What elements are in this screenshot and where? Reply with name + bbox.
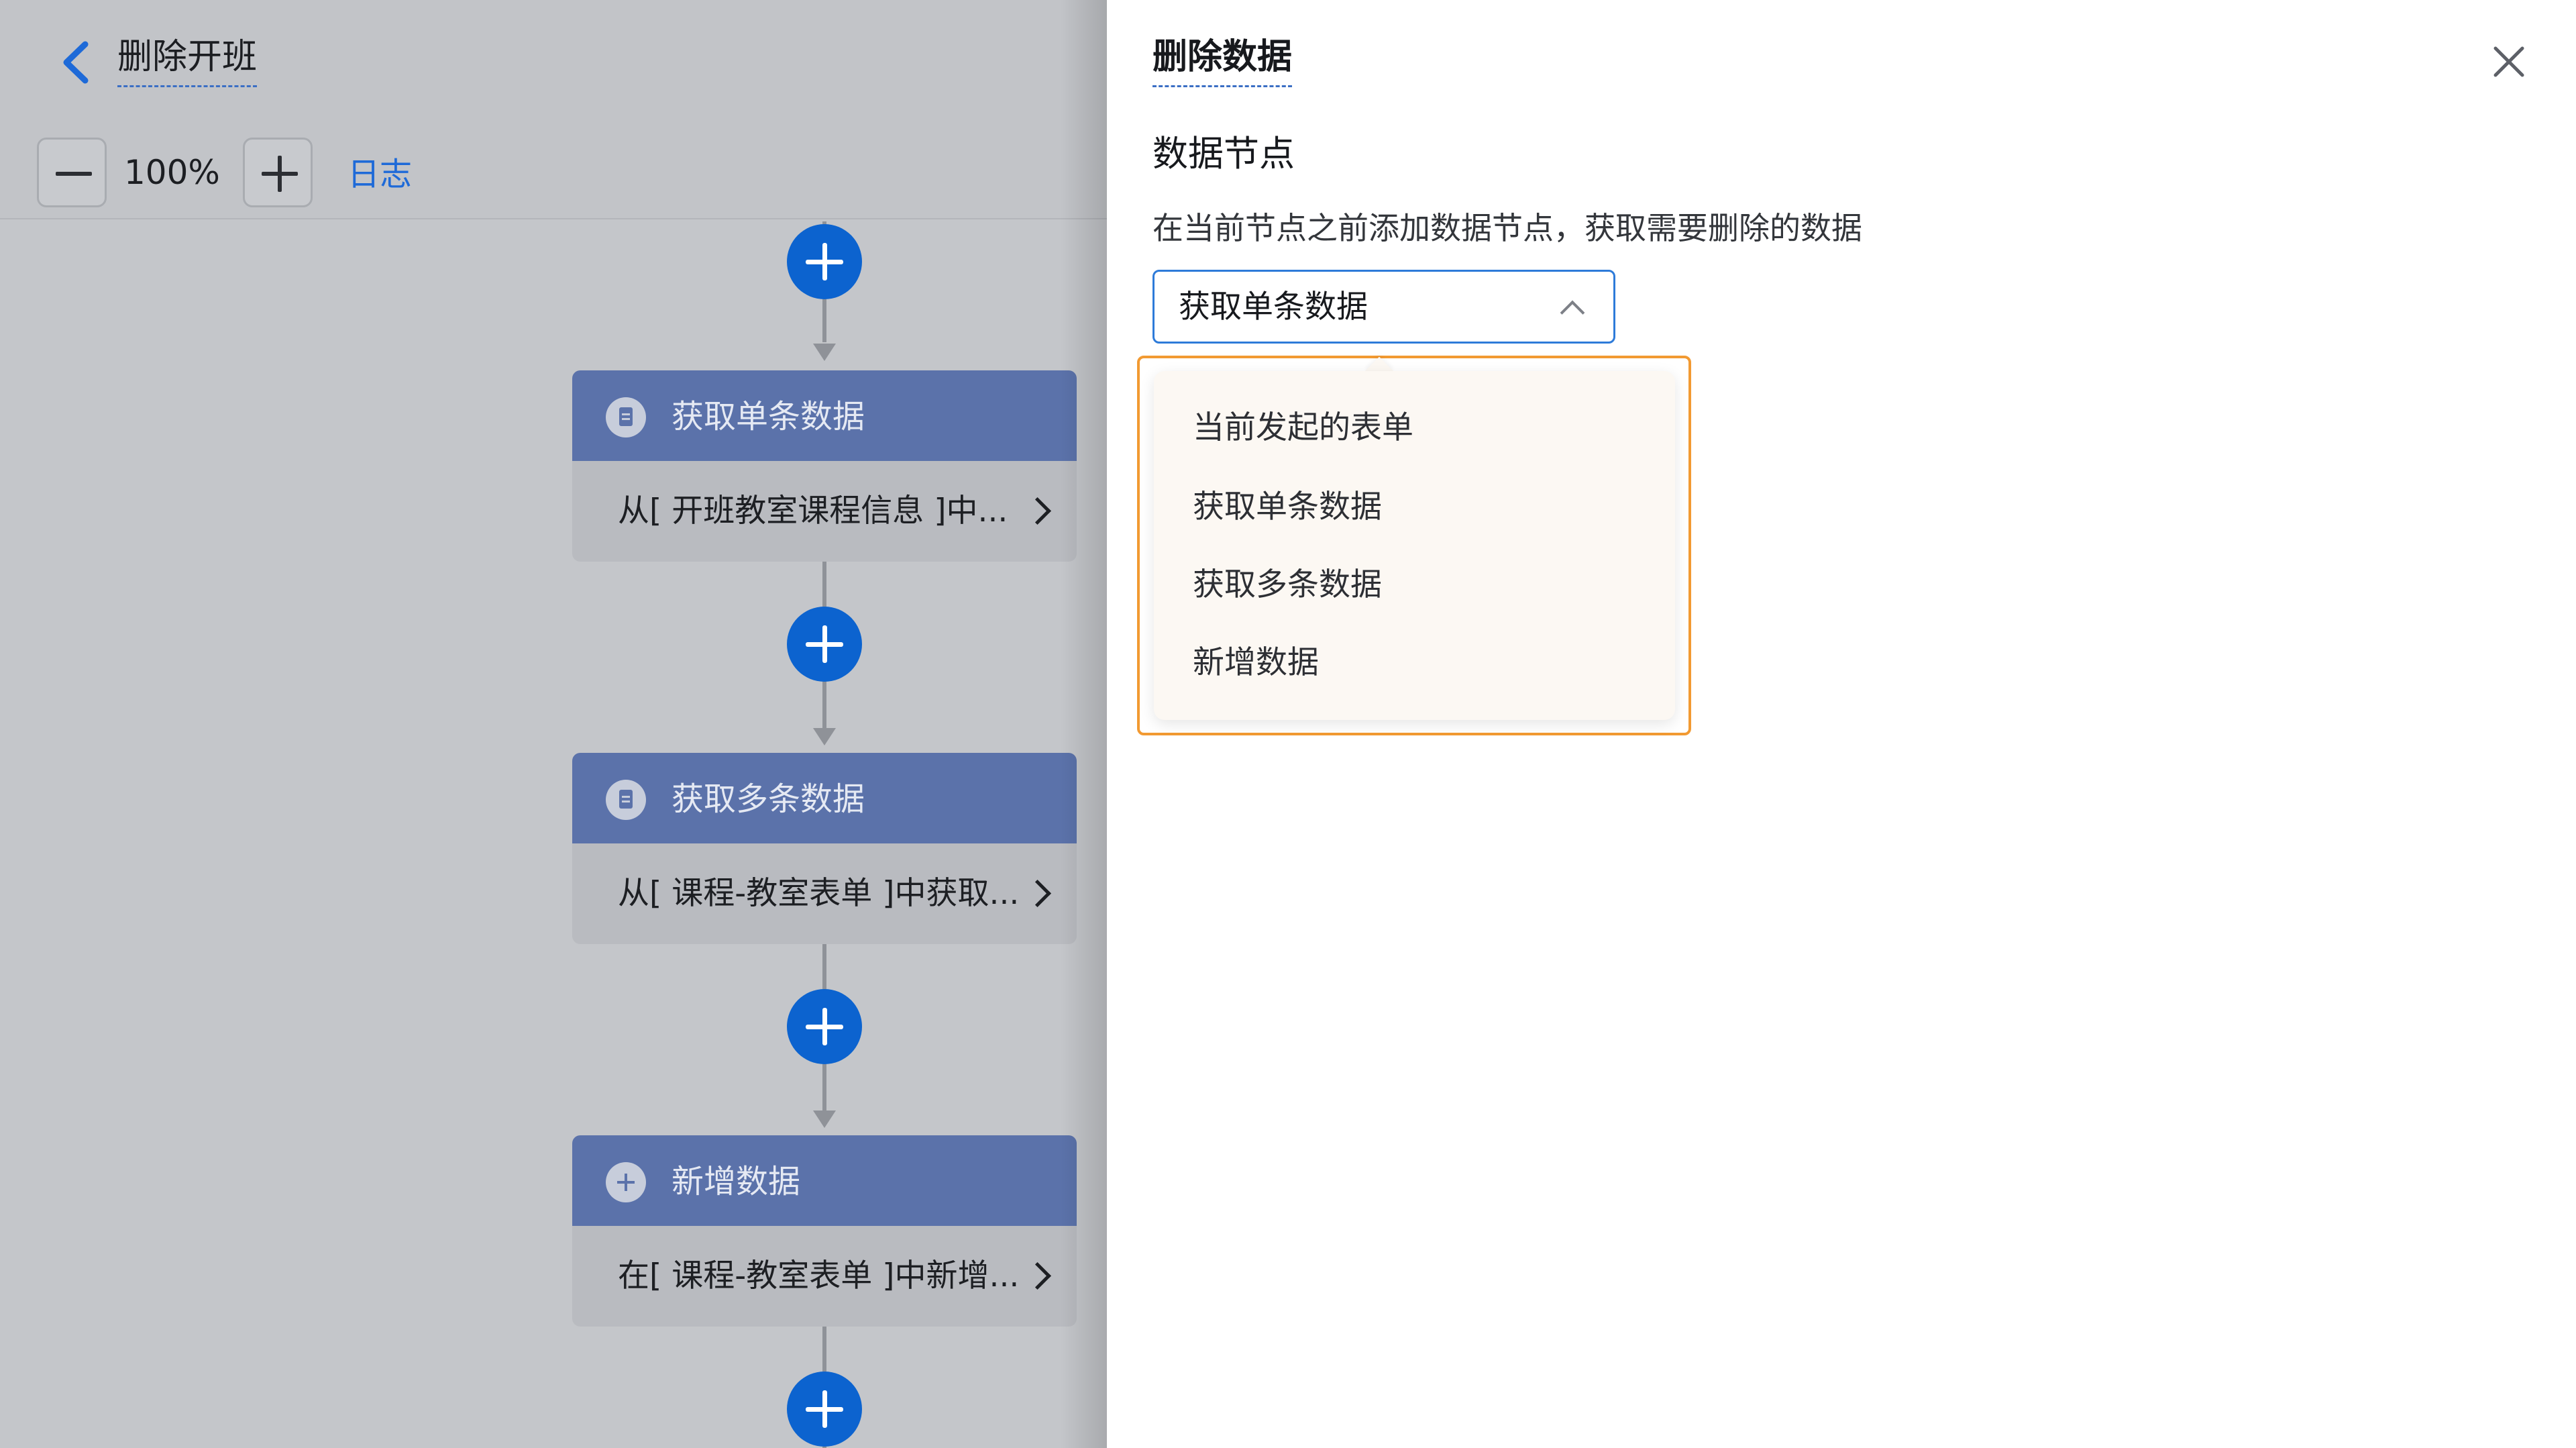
- connector-arrow: [813, 1110, 836, 1128]
- select-value: 获取单条数据: [1179, 289, 1368, 325]
- close-icon: [2493, 46, 2524, 77]
- connector-arrow: [813, 344, 836, 361]
- zoom-in-button[interactable]: [243, 138, 313, 207]
- zoom-level: 100%: [124, 153, 220, 192]
- dropdown-menu: 当前发起的表单 获取单条数据 获取多条数据 新增数据: [1154, 371, 1675, 720]
- section-description: 在当前节点之前添加数据节点，获取需要删除的数据: [1152, 210, 1862, 246]
- node-header: 新增数据: [572, 1135, 1077, 1226]
- settings-drawer: 删除数据 数据节点 在当前节点之前添加数据节点，获取需要删除的数据 获取单条数据…: [1107, 0, 2576, 1448]
- option-label: 新增数据: [1193, 644, 1319, 681]
- node-body: 从[ 课程-教室表单 ]中获取...: [572, 843, 1077, 944]
- drawer-title[interactable]: 删除数据: [1152, 30, 1293, 87]
- log-link[interactable]: 日志: [347, 151, 412, 198]
- canvas-header: 删除开班: [0, 0, 1107, 127]
- node-title: 新增数据: [672, 1163, 801, 1200]
- drawer-shadow: [1060, 0, 1107, 1448]
- data-node-select[interactable]: 获取单条数据: [1152, 270, 1615, 344]
- node-header: 获取单条数据: [572, 370, 1077, 461]
- option-label: 当前发起的表单: [1193, 409, 1413, 446]
- chevron-right-icon: [1023, 497, 1052, 525]
- dropdown-option[interactable]: 获取多条数据: [1154, 548, 1675, 622]
- page-title[interactable]: 删除开班: [117, 30, 258, 87]
- add-node-button[interactable]: [787, 607, 862, 682]
- add-node-button[interactable]: [787, 224, 862, 299]
- node-summary: 从[ 课程-教室表单 ]中获取...: [618, 875, 1020, 912]
- add-node-button[interactable]: [787, 1372, 862, 1447]
- document-icon: [606, 397, 646, 437]
- back-button[interactable]: [57, 39, 97, 86]
- section-title: 数据节点: [1152, 134, 1295, 174]
- chevron-left-icon: [63, 41, 89, 84]
- chevron-right-icon: [1023, 1261, 1052, 1290]
- close-button[interactable]: [2489, 42, 2529, 82]
- workflow-node-get-multiple[interactable]: 获取多条数据 从[ 课程-教室表单 ]中获取...: [572, 753, 1077, 944]
- minus-icon: [56, 172, 92, 176]
- document-icon: [606, 780, 646, 820]
- node-body: 在[ 课程-教室表单 ]中新增...: [572, 1226, 1077, 1327]
- zoom-toolbar: 100% 日志: [0, 127, 1107, 219]
- node-header: 获取多条数据: [572, 753, 1077, 843]
- plus-circle-icon: [606, 1162, 646, 1202]
- node-summary: 从[ 开班教室课程信息 ]中...: [618, 493, 1008, 529]
- dropdown-option[interactable]: 获取单条数据: [1154, 470, 1675, 544]
- zoom-out-button[interactable]: [37, 138, 107, 207]
- node-body: 从[ 开班教室课程信息 ]中...: [572, 461, 1077, 562]
- workflow-node-add-data[interactable]: 新增数据 在[ 课程-教室表单 ]中新增...: [572, 1135, 1077, 1327]
- add-node-button[interactable]: [787, 989, 862, 1064]
- chevron-up-icon: [1560, 300, 1585, 325]
- dropdown-option[interactable]: 当前发起的表单: [1154, 391, 1675, 465]
- workflow-node-get-single[interactable]: 获取单条数据 从[ 开班教室课程信息 ]中...: [572, 370, 1077, 562]
- node-title: 获取单条数据: [672, 398, 865, 435]
- chevron-right-icon: [1023, 879, 1052, 908]
- option-label: 获取多条数据: [1193, 566, 1382, 603]
- workflow-canvas: 删除开班 100% 日志 获取单条数据 从[开班教室课程信息]中... 获取…: [0, 0, 1107, 1448]
- node-summary: 在[ 课程-教室表单 ]中新增...: [618, 1257, 1020, 1294]
- connector-arrow: [813, 728, 836, 745]
- node-title: 获取多条数据: [672, 780, 865, 818]
- option-label: 获取单条数据: [1193, 488, 1382, 525]
- dropdown-option[interactable]: 新增数据: [1154, 626, 1675, 700]
